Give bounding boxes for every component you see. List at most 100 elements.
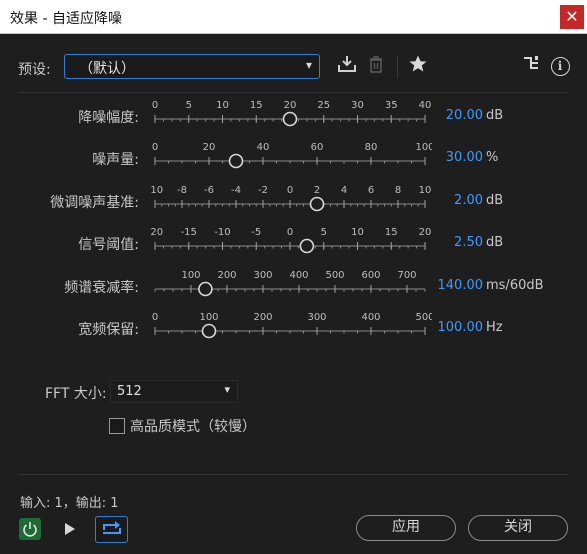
param-slider[interactable]: -20 -15 -10 -5 0 5 10 15 20 xyxy=(150,223,432,267)
tick-label: 40 xyxy=(419,100,432,111)
param-value[interactable]: 2.00 xyxy=(454,193,483,208)
param-unit: Hz xyxy=(486,320,503,335)
tick-label: 100 xyxy=(181,270,200,281)
tick-label: 300 xyxy=(307,312,326,323)
power-button[interactable] xyxy=(19,518,41,540)
tick-label: -8 xyxy=(177,185,187,196)
tick-label: 25 xyxy=(317,100,330,111)
preset-dropdown[interactable]: （默认） ▾ xyxy=(64,54,320,79)
tick-label: 600 xyxy=(361,270,380,281)
top-divider xyxy=(18,92,568,93)
delete-preset-icon[interactable] xyxy=(363,54,389,80)
high-quality-checkbox[interactable] xyxy=(109,418,125,434)
tick-label: 200 xyxy=(217,270,236,281)
param-value[interactable]: 100.00 xyxy=(438,320,484,335)
tick-label: 0 xyxy=(152,100,158,111)
param-slider[interactable]: 0 20 40 60 80 100 xyxy=(150,138,432,182)
tick-label: 500 xyxy=(415,312,432,323)
tick-label: 6 xyxy=(368,185,374,196)
param-unit: ms/60dB xyxy=(486,278,544,293)
tick-label: 700 xyxy=(397,270,416,281)
tick-label: 10 xyxy=(419,185,432,196)
tick-label: 15 xyxy=(250,100,263,111)
routing-icon[interactable] xyxy=(518,54,544,80)
slider-thumb[interactable] xyxy=(309,196,325,212)
tick-label: 5 xyxy=(321,227,327,238)
tick-label: 100 xyxy=(415,142,432,153)
toolbar-separator xyxy=(397,56,398,78)
slider-thumb[interactable] xyxy=(299,238,315,254)
slider-thumb[interactable] xyxy=(201,323,217,339)
tick-label: 35 xyxy=(385,100,398,111)
tick-label: 30 xyxy=(351,100,364,111)
param-label: 微调噪声基准: xyxy=(50,195,139,211)
tick-label: 400 xyxy=(289,270,308,281)
info-icon[interactable]: i xyxy=(547,54,573,80)
loop-button[interactable] xyxy=(95,516,128,543)
tick-label: 300 xyxy=(253,270,272,281)
tick-label: 2 xyxy=(314,185,320,196)
effect-panel: 预设: （默认） ▾ i 降噪幅度: 0 5 10 15 20 25 30 35 40 20.00 d… xyxy=(0,34,587,554)
param-row: 微调噪声基准: -10 -8 -6 -4 -2 0 2 4 6 8 10 2.00dB xyxy=(0,181,587,225)
param-label: 信号阈值: xyxy=(78,237,139,253)
window-close-button[interactable]: ✕ xyxy=(560,5,584,29)
fft-size-value: 512 xyxy=(117,384,142,399)
tick-label: 15 xyxy=(385,227,398,238)
slider-thumb[interactable] xyxy=(282,111,298,127)
tick-label: 400 xyxy=(361,312,380,323)
tick-label: 40 xyxy=(257,142,270,153)
tick-label: -6 xyxy=(204,185,214,196)
tick-label: 0 xyxy=(152,142,158,153)
tick-label: -2 xyxy=(258,185,268,196)
param-value[interactable]: 30.00 xyxy=(446,150,483,165)
tick-label: 60 xyxy=(311,142,324,153)
close-button[interactable]: 关闭 xyxy=(468,515,568,541)
param-slider[interactable]: 100 200 300 400 500 600 700 xyxy=(150,266,432,310)
info-glyph: i xyxy=(550,57,570,76)
param-row: 信号阈值: -20 -15 -10 -5 0 5 10 15 20 2.50dB xyxy=(0,223,587,267)
loop-icon xyxy=(103,521,121,534)
param-label: 频谱衰减率: xyxy=(64,280,139,296)
slider-thumb[interactable] xyxy=(198,281,213,297)
tick-label: 5 xyxy=(186,100,192,111)
tick-label: -15 xyxy=(181,227,197,238)
tick-label: 8 xyxy=(395,185,401,196)
param-value[interactable]: 20.00 xyxy=(446,108,483,123)
power-icon xyxy=(23,522,37,537)
tick-label: 0 xyxy=(287,227,293,238)
fft-size-dropdown[interactable]: 512 ▾ xyxy=(110,380,238,403)
param-row: 噪声量: 0 20 40 60 80 100 30.00% xyxy=(0,138,587,182)
param-label: 噪声量: xyxy=(92,152,139,168)
tick-label: 20 xyxy=(284,100,297,111)
tick-label: -10 xyxy=(214,227,230,238)
tick-label: 0 xyxy=(287,185,293,196)
tick-label: 500 xyxy=(325,270,344,281)
param-label: 宽频保留: xyxy=(78,322,139,338)
tick-label: 20 xyxy=(203,142,216,153)
param-row: 降噪幅度: 0 5 10 15 20 25 30 35 40 20.00 dB xyxy=(0,96,587,140)
param-row: 宽频保留: 0 100 200 300 400 500 100.00 Hz xyxy=(0,308,587,352)
tick-label: -5 xyxy=(251,227,261,238)
favorite-star-icon[interactable] xyxy=(405,54,431,80)
play-button[interactable] xyxy=(60,520,78,538)
tick-label: -4 xyxy=(231,185,241,196)
tick-label: 10 xyxy=(351,227,364,238)
bottom-divider xyxy=(18,474,568,475)
param-unit: dB xyxy=(486,193,504,208)
param-slider[interactable]: 0 100 200 300 400 500 xyxy=(150,308,432,352)
apply-button[interactable]: 应用 xyxy=(356,515,456,541)
param-value[interactable]: 2.50 xyxy=(454,235,483,250)
io-channels-text: 输入: 1，输出: 1 xyxy=(20,496,119,511)
param-slider[interactable]: -10 -8 -6 -4 -2 0 2 4 6 8 10 xyxy=(150,181,432,225)
preset-label: 预设: xyxy=(18,62,51,78)
tick-label: -10 xyxy=(150,185,163,196)
tick-label: 200 xyxy=(253,312,272,323)
tick-label: 10 xyxy=(216,100,229,111)
slider-thumb[interactable] xyxy=(228,153,244,169)
param-slider[interactable]: 0 5 10 15 20 25 30 35 40 xyxy=(150,96,432,140)
download-preset-icon[interactable] xyxy=(334,54,360,80)
preset-value: （默认） xyxy=(79,61,135,77)
tick-label: 20 xyxy=(419,227,432,238)
param-value[interactable]: 140.00 xyxy=(438,278,484,293)
title-bar: 效果 - 自适应降噪 ✕ xyxy=(0,0,587,34)
